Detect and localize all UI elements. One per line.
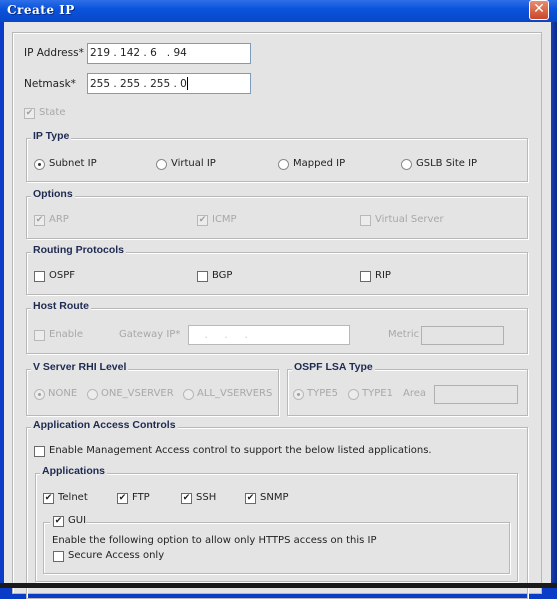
rhi-none-label: NONE [48,388,78,399]
secure-access-checkbox[interactable] [53,551,64,562]
ospf-checkbox[interactable] [34,271,45,282]
radio-gslb-site-ip[interactable] [401,159,412,170]
radio-mapped-ip[interactable] [278,159,289,170]
enable-mgmt-access-label: Enable Management Access control to supp… [49,445,432,456]
arp-label: ARP [49,214,69,225]
area-label: Area [403,388,427,399]
snmp-label: SNMP [260,492,289,503]
rhi-all-vservers-label: ALL_VSERVERS [197,388,273,399]
radio-virtual-ip[interactable] [156,159,167,170]
metric-label: Metric [388,329,420,340]
netmask-input[interactable]: 255 . 255 . 255 . 0 [87,73,251,94]
virtual-server-label: Virtual Server [375,214,444,225]
options-title: Options [31,188,75,200]
radio-selected-dot [38,393,41,396]
rip-checkbox[interactable] [360,271,371,282]
vserver-rhi-title: V Server RHI Level [31,361,129,373]
bgp-checkbox[interactable] [197,271,208,282]
options-group: Options [26,188,528,239]
icmp-checkbox[interactable]: ✔ [197,215,208,226]
routing-protocols-title: Routing Protocols [31,244,126,256]
close-icon: ✕ [533,1,545,17]
window-bottom-shadow [0,583,557,588]
check-icon: ✔ [182,493,191,503]
virtual-ip-label: Virtual IP [171,158,216,169]
arp-checkbox[interactable]: ✔ [34,215,45,226]
gui-label: GUI [68,515,87,526]
ospf-lsa-title: OSPF LSA Type [292,361,375,373]
text-caret [186,77,188,90]
ip-address-input[interactable]: 219 . 142 . 6 . 94 [87,43,251,64]
radio-selected-dot [38,163,41,166]
ip-address-label: IP Address* [24,47,84,59]
secure-access-label: Secure Access only [68,550,165,561]
gui-description: Enable the following option to allow onl… [52,535,377,546]
ssh-checkbox[interactable]: ✔ [181,493,192,504]
area-input[interactable] [434,385,518,404]
gateway-ip-input[interactable]: . . . [188,325,350,345]
lsa-type1-label: TYPE1 [362,388,393,399]
check-icon: ✔ [44,493,53,503]
netmask-label: Netmask* [24,78,76,90]
enable-mgmt-access-checkbox[interactable] [34,446,45,457]
gateway-ip-value: . . . [191,329,248,341]
ospf-label: OSPF [49,270,76,281]
host-route-title: Host Route [31,300,91,312]
rhi-one-vserver-label: ONE_VSERVER [101,388,174,399]
icmp-label: ICMP [212,214,237,225]
radio-subnet-ip[interactable] [34,159,45,170]
lsa-type5-label: TYPE5 [307,388,338,399]
routing-protocols-group: Routing Protocols [26,244,528,295]
ssh-label: SSH [196,492,217,503]
radio-selected-dot [297,393,300,396]
radio-lsa-type1[interactable] [348,389,359,400]
ftp-label: FTP [132,492,150,503]
mapped-ip-label: Mapped IP [293,158,346,169]
rip-label: RIP [375,270,391,281]
telnet-checkbox[interactable]: ✔ [43,493,54,504]
ftp-checkbox[interactable]: ✔ [117,493,128,504]
state-checkbox[interactable]: ✔ [24,108,35,119]
subnet-ip-label: Subnet IP [49,158,97,169]
window-title: Create IP [7,3,75,17]
window-border [551,22,557,588]
snmp-checkbox[interactable]: ✔ [245,493,256,504]
title-bar[interactable]: Create IP ✕ [0,0,557,22]
ip-address-value: 219 . 142 . 6 . 94 [90,47,187,59]
radio-lsa-type5[interactable] [293,389,304,400]
gui-group [43,522,510,574]
host-route-enable-label: Enable [49,329,84,340]
ip-type-title: IP Type [31,130,72,142]
applications-title: Applications [40,465,108,477]
bgp-label: BGP [212,270,233,281]
gateway-ip-label: Gateway IP* [119,329,181,340]
app-access-title: Application Access Controls [31,419,178,431]
check-icon: ✔ [246,493,255,503]
host-route-enable-checkbox[interactable] [34,330,45,341]
check-icon: ✔ [54,516,63,526]
radio-rhi-all-vservers[interactable] [183,389,194,400]
close-button[interactable]: ✕ [529,0,549,20]
telnet-label: Telnet [58,492,88,503]
metric-input[interactable] [421,326,504,345]
netmask-value: 255 . 255 . 255 . 0 [90,78,187,90]
gui-checkbox[interactable]: ✔ [53,516,64,527]
radio-rhi-one-vserver[interactable] [87,389,98,400]
state-label: State [39,107,66,118]
check-icon: ✔ [35,215,44,225]
check-icon: ✔ [198,215,207,225]
gslb-site-ip-label: GSLB Site IP [416,158,478,169]
radio-rhi-none[interactable] [34,389,45,400]
check-icon: ✔ [118,493,127,503]
virtual-server-checkbox[interactable] [360,215,371,226]
check-icon: ✔ [25,108,34,118]
